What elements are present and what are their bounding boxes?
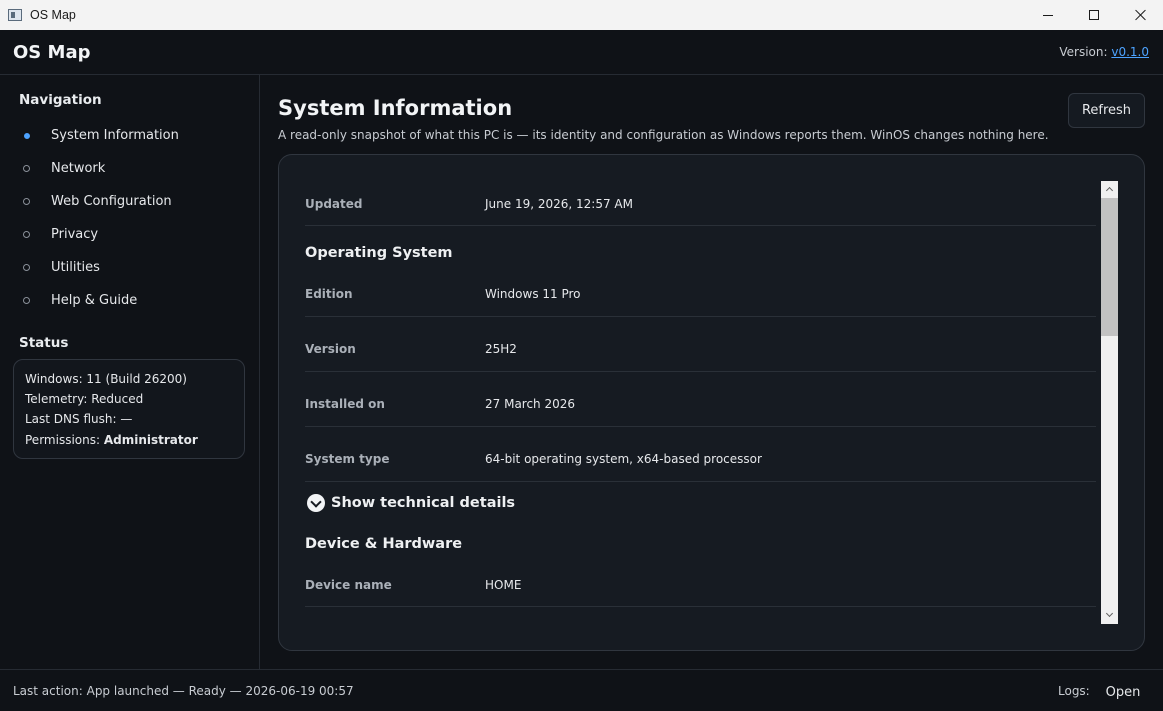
info-row-version: Version 25H2 bbox=[305, 317, 1096, 372]
version-info: Version: v0.1.0 bbox=[1059, 45, 1149, 59]
logs-label: Logs: bbox=[1058, 684, 1090, 698]
sidebar-item-utilities[interactable]: Utilities bbox=[0, 255, 259, 281]
toggle-label: Show technical details bbox=[331, 495, 516, 511]
status-heading: Status bbox=[19, 335, 69, 351]
sidebar-item-label: Network bbox=[51, 161, 106, 176]
info-value: Windows 11 Pro bbox=[485, 287, 581, 301]
info-label: Updated bbox=[305, 197, 363, 211]
maximize-button[interactable] bbox=[1071, 0, 1117, 30]
version-link[interactable]: v0.1.0 bbox=[1111, 45, 1149, 59]
info-value: 25H2 bbox=[485, 342, 517, 356]
permissions-value: Administrator bbox=[103, 433, 198, 447]
close-icon bbox=[1134, 9, 1146, 21]
maximize-icon bbox=[1089, 10, 1099, 20]
info-row-device-name: Device name HOME bbox=[305, 552, 1096, 607]
version-label: Version: bbox=[1059, 45, 1108, 59]
sidebar: Navigation System Information Network We… bbox=[0, 75, 260, 669]
scroll-down-arrow-icon[interactable] bbox=[1105, 611, 1114, 620]
sidebar-item-label: Help & Guide bbox=[51, 293, 138, 308]
active-dot-icon bbox=[24, 133, 30, 139]
status-permissions: Permissions: Administrator bbox=[25, 433, 198, 447]
info-row-installed-on: Installed on 27 March 2026 bbox=[305, 372, 1096, 427]
chevron-down-icon bbox=[307, 494, 325, 512]
window-titlebar: OS Map bbox=[0, 0, 1163, 30]
sidebar-item-system-information[interactable]: System Information bbox=[0, 123, 259, 149]
scrollbar-thumb[interactable] bbox=[1101, 198, 1118, 336]
app-title: OS Map bbox=[13, 42, 91, 63]
info-label: Installed on bbox=[305, 397, 385, 411]
sidebar-item-help-guide[interactable]: Help & Guide bbox=[0, 288, 259, 314]
technical-details-toggle[interactable]: Show technical details bbox=[307, 494, 515, 512]
info-label: System type bbox=[305, 452, 390, 466]
sidebar-item-network[interactable]: Network bbox=[0, 156, 259, 182]
radio-circle-icon bbox=[23, 198, 30, 205]
window-controls bbox=[1025, 0, 1163, 30]
radio-circle-icon bbox=[23, 297, 30, 304]
info-label: Edition bbox=[305, 287, 353, 301]
page-subtitle: A read-only snapshot of what this PC is … bbox=[278, 128, 1049, 142]
permissions-label: Permissions: bbox=[25, 433, 101, 447]
sidebar-item-label: Utilities bbox=[51, 260, 100, 275]
window-title: OS Map bbox=[30, 8, 76, 22]
vertical-scrollbar[interactable] bbox=[1101, 181, 1118, 624]
radio-circle-icon bbox=[23, 165, 30, 172]
info-panel: Updated June 19, 2026, 12:57 AM Operatin… bbox=[278, 154, 1145, 651]
minimize-icon bbox=[1043, 14, 1053, 16]
radio-circle-icon bbox=[23, 231, 30, 238]
info-label: Device name bbox=[305, 578, 392, 592]
section-device-hardware: Device & Hardware bbox=[305, 536, 463, 552]
status-telemetry: Telemetry: Reduced bbox=[25, 392, 144, 406]
info-value: HOME bbox=[485, 578, 522, 592]
info-value: 64-bit operating system, x64-based proce… bbox=[485, 452, 762, 466]
sidebar-item-label: Privacy bbox=[51, 227, 99, 242]
refresh-button[interactable]: Refresh bbox=[1068, 93, 1145, 128]
info-label: Version bbox=[305, 342, 356, 356]
status-card: Windows: 11 (Build 26200) Telemetry: Red… bbox=[13, 359, 245, 459]
info-value: June 19, 2026, 12:57 AM bbox=[485, 197, 633, 211]
sidebar-item-web-configuration[interactable]: Web Configuration bbox=[0, 189, 259, 215]
app-header: OS Map Version: v0.1.0 bbox=[0, 30, 1163, 75]
minimize-button[interactable] bbox=[1025, 0, 1071, 30]
sidebar-item-label: System Information bbox=[51, 128, 179, 143]
radio-circle-icon bbox=[23, 264, 30, 271]
close-button[interactable] bbox=[1117, 0, 1163, 30]
last-action-text: Last action: App launched — Ready — 2026… bbox=[13, 684, 354, 698]
nav-heading: Navigation bbox=[19, 92, 102, 108]
status-dns: Last DNS flush: — bbox=[25, 412, 133, 426]
sidebar-item-privacy[interactable]: Privacy bbox=[0, 222, 259, 248]
sidebar-item-label: Web Configuration bbox=[51, 194, 172, 209]
page-title: System Information bbox=[278, 96, 513, 120]
section-operating-system: Operating System bbox=[305, 245, 453, 261]
info-row-updated: Updated June 19, 2026, 12:57 AM bbox=[305, 171, 1096, 226]
info-row-edition: Edition Windows 11 Pro bbox=[305, 262, 1096, 317]
app-window-icon bbox=[8, 9, 22, 21]
info-value: 27 March 2026 bbox=[485, 397, 576, 411]
open-logs-button[interactable]: Open bbox=[1098, 679, 1148, 705]
info-row-system-type: System type 64-bit operating system, x64… bbox=[305, 427, 1096, 482]
status-windows: Windows: 11 (Build 26200) bbox=[25, 372, 187, 386]
scroll-up-arrow-icon[interactable] bbox=[1105, 185, 1114, 194]
status-footer: Last action: App launched — Ready — 2026… bbox=[0, 669, 1163, 711]
